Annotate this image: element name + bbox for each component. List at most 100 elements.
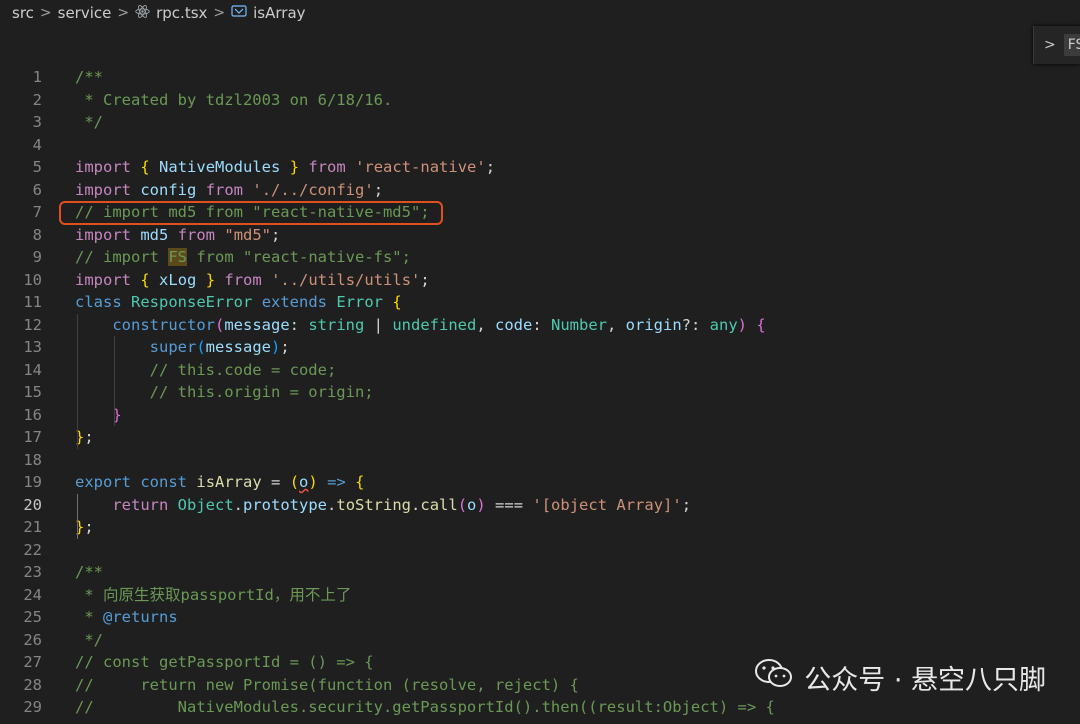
code-line[interactable]: 14 // this.code = code; bbox=[0, 359, 1080, 381]
code-token: prototype bbox=[243, 495, 328, 514]
code-line[interactable]: 3 */ bbox=[0, 111, 1080, 133]
code-token: o bbox=[467, 495, 477, 514]
line-number: 8 bbox=[32, 225, 42, 244]
chevron-right-icon: > bbox=[213, 5, 226, 21]
breadcrumb-item-src[interactable]: src bbox=[12, 4, 34, 22]
code-line[interactable]: 4 bbox=[0, 134, 1080, 156]
code-line[interactable]: 5 import { NativeModules } from 'react-na… bbox=[0, 156, 1080, 178]
code-token: import bbox=[75, 180, 131, 199]
breadcrumb-item-symbol[interactable]: isArray bbox=[253, 4, 305, 22]
code-text: import { xLog } from '../utils/utils'; bbox=[75, 269, 430, 291]
line-number: 2 bbox=[32, 90, 42, 109]
code-token: from bbox=[224, 270, 262, 289]
code-token: { bbox=[140, 270, 150, 289]
code-line[interactable]: 2 * Created by tdzl2003 on 6/18/16. bbox=[0, 89, 1080, 111]
code-token: ResponseError bbox=[131, 293, 253, 311]
find-input[interactable]: FS bbox=[1063, 34, 1080, 56]
code-line[interactable]: 18 bbox=[0, 449, 1080, 471]
react-file-icon bbox=[135, 4, 150, 23]
code-text: class ResponseError extends Error { bbox=[75, 291, 402, 313]
indent-guide bbox=[77, 313, 78, 449]
code-token: export bbox=[75, 473, 131, 491]
code-token: ) bbox=[476, 495, 486, 514]
code-token: from bbox=[308, 158, 346, 176]
code-text: constructor(message: string | undefined,… bbox=[75, 314, 765, 336]
line-number: 7 bbox=[32, 203, 42, 221]
code-token: , bbox=[607, 315, 626, 334]
code-line[interactable]: 22 bbox=[0, 539, 1080, 561]
code-token: = bbox=[261, 473, 290, 491]
code-token: o bbox=[299, 473, 309, 491]
code-token: /** bbox=[75, 563, 103, 581]
line-number: 23 bbox=[23, 563, 42, 581]
code-token: ; bbox=[84, 518, 94, 536]
code-line[interactable]: 12 constructor(message: string | undefin… bbox=[0, 314, 1080, 336]
indent-guide bbox=[77, 493, 78, 539]
breadcrumb-item-service[interactable]: service bbox=[58, 4, 112, 22]
code-token: => bbox=[327, 473, 346, 491]
code-line[interactable]: 25 * @returns bbox=[0, 606, 1080, 628]
code-token: */ bbox=[75, 630, 103, 649]
code-text: * Created by tdzl2003 on 6/18/16. bbox=[75, 89, 392, 111]
code-token: any bbox=[709, 315, 738, 334]
find-widget[interactable]: > FS bbox=[1033, 26, 1080, 64]
line-number: 15 bbox=[23, 383, 42, 401]
code-token: // this.origin = origin; bbox=[149, 383, 374, 401]
code-token: ( bbox=[457, 495, 468, 514]
code-token: @returns bbox=[103, 608, 178, 626]
code-line[interactable]: 26 */ bbox=[0, 629, 1080, 651]
code-token: . bbox=[233, 495, 244, 514]
code-token: from bbox=[177, 225, 216, 244]
line-number: 19 bbox=[23, 473, 42, 491]
code-token: ; bbox=[84, 428, 94, 446]
code-line[interactable]: 9 // import FS from "react-native-fs"; bbox=[0, 246, 1080, 268]
code-line[interactable]: 17}; bbox=[0, 426, 1080, 448]
code-token: constructor bbox=[112, 315, 215, 334]
line-number: 29 bbox=[23, 698, 42, 716]
breadcrumb: src > service > rpc.tsx > isArray bbox=[0, 0, 1080, 26]
code-token: Object bbox=[177, 495, 234, 514]
code-token: // const getPassportId = () => { bbox=[75, 653, 374, 671]
code-line[interactable]: 8 import md5 from "md5"; bbox=[0, 224, 1080, 246]
code-token: } bbox=[289, 158, 300, 176]
code-text: * @returns bbox=[75, 606, 178, 628]
code-line[interactable]: 1 /** bbox=[0, 66, 1080, 88]
line-number: 20 bbox=[23, 495, 42, 514]
code-editor[interactable]: 1/** 2 * Created by tdzl2003 on 6/18/16. 3… bbox=[0, 66, 1080, 724]
chevron-right-icon[interactable]: > bbox=[1044, 37, 1056, 53]
code-line[interactable]: 20 return Object.prototype.toString.call… bbox=[0, 494, 1080, 516]
code-line[interactable]: 29 // NativeModules.security.getPassportI… bbox=[0, 696, 1080, 718]
code-token: , bbox=[476, 315, 495, 334]
code-token: NativeModules bbox=[159, 158, 281, 176]
code-line[interactable]: 6 import config from './../config'; bbox=[0, 179, 1080, 201]
code-line[interactable]: 11 class ResponseError extends Error { bbox=[0, 291, 1080, 313]
code-token: : bbox=[289, 315, 309, 334]
line-number: 16 bbox=[23, 405, 42, 424]
line-number: 28 bbox=[23, 675, 42, 694]
code-text: // const getPassportId = () => { bbox=[75, 651, 374, 673]
breadcrumb-item-file[interactable]: rpc.tsx bbox=[156, 4, 207, 22]
code-line[interactable]: 15 // this.origin = origin; bbox=[0, 381, 1080, 403]
code-line[interactable]: 10 import { xLog } from '../utils/utils'; bbox=[0, 269, 1080, 291]
code-token: { bbox=[392, 293, 402, 311]
code-line[interactable]: 19 export const isArray = (o) => { bbox=[0, 471, 1080, 493]
line-number: 9 bbox=[32, 248, 42, 266]
code-line[interactable]: 21}; bbox=[0, 516, 1080, 538]
line-number: 6 bbox=[32, 180, 42, 199]
code-line[interactable]: 16 } bbox=[0, 404, 1080, 426]
code-token: extends bbox=[261, 293, 328, 311]
code-line[interactable]: 23 /** bbox=[0, 561, 1080, 583]
code-token: from "react-native-fs"; bbox=[187, 248, 411, 266]
line-number: 18 bbox=[23, 450, 42, 469]
code-line[interactable]: 13 super(message); bbox=[0, 336, 1080, 358]
code-line[interactable]: 24 * 向原生获取passportId，用不上了 bbox=[0, 584, 1080, 606]
watermark: 公众号 · 悬空八只脚 bbox=[754, 657, 1046, 698]
